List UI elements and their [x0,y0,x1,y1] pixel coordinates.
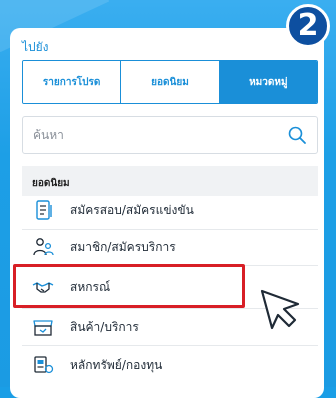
menu-item-membership[interactable]: สมาชิก/สมัครบริการ [22,230,318,264]
tab-categories[interactable]: หมวดหมู่ [219,61,317,103]
tab-bar: รายการโปรด ยอดนิยม หมวดหมู่ [22,60,318,104]
menu-item-label: หลักทรัพย์/กองทุน [70,357,163,372]
search-icon[interactable] [287,125,307,145]
application-form-icon [36,200,52,220]
divider [22,345,318,346]
pointer-cursor-icon [260,289,300,330]
section-header: ยอดนิยม [22,166,318,196]
storefront-icon [33,320,53,336]
menu-item-exam-registration[interactable]: สมัครสอบ/สมัครแข่งขัน [22,193,318,227]
menu-item-label: สินค้า/บริการ [70,319,139,334]
menu-item-label: สมัครสอบ/สมัครแข่งขัน [70,202,194,217]
highlight-box [13,264,245,308]
menu-item-securities-funds[interactable]: หลักทรัพย์/กองทุน [22,348,318,382]
search-box[interactable] [22,116,318,154]
members-icon [33,238,54,256]
tab-popular[interactable]: ยอดนิยม [121,61,220,103]
tab-favorites[interactable]: รายการโปรด [23,61,122,103]
goto-label: ไปยัง [22,40,49,54]
step-number-badge: 2 [286,4,330,48]
section-title: ยอดนิยม [32,178,70,189]
securities-icon [34,356,54,374]
menu-item-label: สมาชิก/สมัครบริการ [70,239,176,254]
search-input[interactable] [33,128,287,142]
